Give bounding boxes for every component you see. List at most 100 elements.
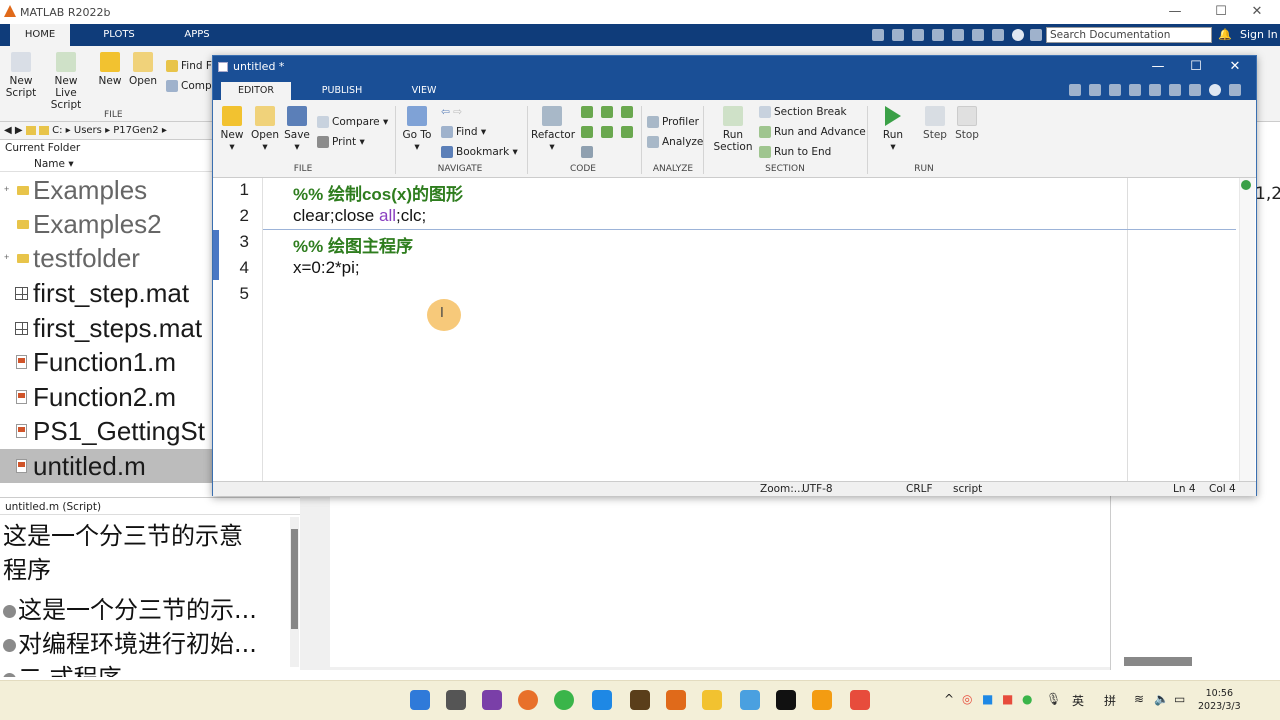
- run-to-end-button[interactable]: Run to End: [759, 146, 831, 159]
- command-window[interactable]: [330, 497, 1110, 667]
- status-zoom[interactable]: Zoom:...: [760, 482, 804, 496]
- collapse-icon[interactable]: [1030, 29, 1042, 41]
- insert-function-icon[interactable]: [581, 126, 593, 138]
- editor-paste-quick-icon[interactable]: [1129, 84, 1141, 96]
- ime-mode[interactable]: 拼: [1104, 692, 1116, 709]
- save-quick-icon[interactable]: [872, 29, 884, 41]
- code-line-2[interactable]: clear;close all;clc;: [293, 206, 426, 226]
- app-orange-icon[interactable]: [812, 690, 832, 710]
- editor-vscroll[interactable]: ▲: [1239, 178, 1255, 481]
- path-user[interactable]: P17Gen2: [113, 125, 158, 136]
- copy-quick-icon[interactable]: [912, 29, 924, 41]
- tray-app-icon[interactable]: ◎: [962, 692, 972, 706]
- redo-quick-icon[interactable]: [972, 29, 984, 41]
- nav-back-forward[interactable]: ⇦ ⇨: [441, 106, 462, 119]
- undo-quick-icon[interactable]: [952, 29, 964, 41]
- editor-open-button[interactable]: Open ▾: [249, 106, 281, 153]
- editor-compare-button[interactable]: Compare ▾: [317, 116, 388, 129]
- indent-icon[interactable]: [601, 126, 613, 138]
- editor-maximize-button[interactable]: ☐: [1177, 56, 1215, 78]
- editor-dock-icon[interactable]: [1229, 84, 1241, 96]
- find-button[interactable]: Find ▾: [441, 126, 486, 139]
- paste-quick-icon[interactable]: [932, 29, 944, 41]
- outdent-icon[interactable]: [621, 126, 633, 138]
- wifi-icon[interactable]: ≋: [1134, 692, 1144, 706]
- youdao-icon[interactable]: [850, 690, 870, 710]
- editor-new-button[interactable]: New ▾: [217, 106, 247, 153]
- analyze-button[interactable]: Analyze: [647, 136, 703, 149]
- tray-app2-icon[interactable]: ■: [1002, 692, 1013, 706]
- details-section-item[interactable]: 对编程环境进行初始...: [3, 627, 257, 661]
- editor-help-icon[interactable]: [1209, 84, 1221, 96]
- code-line-1[interactable]: %% 绘制cos(x)的图形: [293, 180, 463, 205]
- step-button[interactable]: Step: [917, 106, 953, 141]
- notification-bell-icon[interactable]: 🔔: [1218, 28, 1232, 41]
- stop-button[interactable]: Stop: [951, 106, 983, 141]
- task-view-icon[interactable]: [446, 690, 466, 710]
- tab-home[interactable]: HOME: [10, 24, 70, 46]
- file-item-function1[interactable]: Function1.m: [0, 345, 215, 379]
- run-and-advance-button[interactable]: Run and Advance: [759, 126, 866, 139]
- status-encoding[interactable]: UTF-8: [802, 482, 833, 496]
- file-explorer-icon[interactable]: [702, 690, 722, 710]
- workspace-hscroll[interactable]: [1124, 657, 1192, 666]
- help-icon[interactable]: [1012, 29, 1024, 41]
- tab-editor[interactable]: EDITOR: [221, 82, 291, 100]
- smart-indent-icon[interactable]: [581, 146, 593, 158]
- close-button[interactable]: ✕: [1234, 0, 1280, 24]
- editor-save-quick-icon[interactable]: [1069, 84, 1081, 96]
- editor-copy-quick-icon[interactable]: [1109, 84, 1121, 96]
- tray-wechat-icon[interactable]: ●: [1022, 692, 1032, 706]
- folder-item-testfolder[interactable]: + testfolder: [0, 241, 215, 275]
- editor-switch-icon[interactable]: [1189, 84, 1201, 96]
- open-button[interactable]: Open: [128, 52, 158, 87]
- path-users[interactable]: Users: [74, 125, 102, 136]
- editor-undo-quick-icon[interactable]: [1149, 84, 1161, 96]
- folder-item-examples[interactable]: + Examples: [0, 173, 215, 207]
- battery-icon[interactable]: ▭: [1174, 692, 1185, 706]
- sign-in-link[interactable]: Sign In: [1240, 24, 1278, 46]
- file-item-ps1[interactable]: PS1_GettingSt: [0, 414, 215, 448]
- onenote-icon[interactable]: [482, 690, 502, 710]
- details-section-item[interactable]: 二 式程序: [3, 661, 122, 677]
- app-arrow-icon[interactable]: [592, 690, 612, 710]
- refactor-button[interactable]: Refactor ▾: [531, 106, 575, 153]
- file-item-function2[interactable]: Function2.m: [0, 380, 215, 414]
- cut-quick-icon[interactable]: [892, 29, 904, 41]
- wechat-icon[interactable]: [554, 690, 574, 710]
- compare-button[interactable]: Compa: [166, 80, 218, 93]
- search-input[interactable]: Search Documentation: [1046, 27, 1212, 43]
- find-files-button[interactable]: Find Fi: [166, 60, 214, 73]
- matlab-taskbar-icon[interactable]: [666, 690, 686, 710]
- new-button[interactable]: New: [96, 52, 124, 87]
- editor-save-button[interactable]: Save ▾: [283, 106, 311, 153]
- clock[interactable]: 10:56 2023/3/3: [1198, 687, 1241, 713]
- tray-expand-icon[interactable]: ^: [944, 692, 954, 706]
- details-section-item[interactable]: 这是一个分三节的示...: [3, 593, 257, 627]
- new-live-script-button[interactable]: New Live Script: [40, 52, 92, 111]
- folder-up-icon[interactable]: [25, 125, 36, 135]
- tab-plots[interactable]: PLOTS: [92, 24, 146, 46]
- switch-windows-icon[interactable]: [992, 29, 1004, 41]
- editor-minimize-button[interactable]: —: [1139, 56, 1177, 78]
- scroll-thumb[interactable]: [291, 529, 298, 629]
- new-script-button[interactable]: New Script: [4, 52, 38, 99]
- tab-view[interactable]: VIEW: [399, 82, 449, 100]
- file-item-first-step-mat[interactable]: first_step.mat: [0, 276, 215, 310]
- code-line-3[interactable]: %% 绘图主程序: [293, 232, 413, 257]
- run-button[interactable]: Run ▾: [877, 106, 909, 153]
- back-icon[interactable]: ◀ ▶: [4, 125, 26, 136]
- tray-arrow-icon[interactable]: ■: [982, 692, 993, 706]
- uncomment-icon[interactable]: [601, 106, 613, 118]
- section-break-button[interactable]: Section Break: [759, 106, 847, 119]
- code-analyzer-ok-icon[interactable]: [1241, 180, 1251, 190]
- back-arrow-icon[interactable]: ⇦: [441, 106, 450, 118]
- browse-folder-icon[interactable]: [38, 125, 49, 135]
- profiler-button[interactable]: Profiler: [647, 116, 699, 129]
- forward-arrow-icon[interactable]: ⇨: [453, 106, 462, 118]
- wb-app-icon[interactable]: [630, 690, 650, 710]
- path-drive[interactable]: C:: [52, 125, 62, 136]
- editor-redo-quick-icon[interactable]: [1169, 84, 1181, 96]
- goto-button[interactable]: Go To ▾: [399, 106, 435, 153]
- status-eol[interactable]: CRLF: [906, 482, 933, 496]
